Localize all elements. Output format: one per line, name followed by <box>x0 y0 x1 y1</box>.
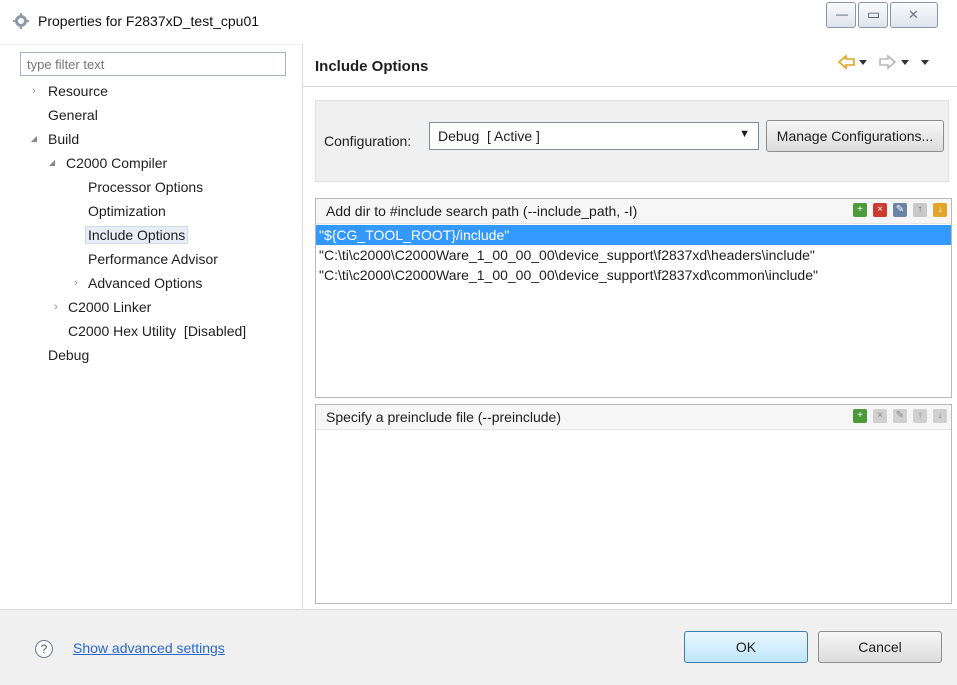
tree-item-label: C2000 Linker <box>68 299 152 315</box>
configuration-select[interactable]: Debug [ Active ] ▼ <box>429 122 759 150</box>
page-title: Include Options <box>315 58 429 75</box>
tree-item-label: Advanced Options <box>88 275 203 291</box>
move-down-icon[interactable]: ↓ <box>933 203 947 217</box>
pane-divider[interactable] <box>302 44 303 609</box>
tree-item-debug[interactable]: Debug <box>48 344 89 366</box>
chevron-down-icon[interactable]: ▼ <box>739 128 750 140</box>
include-path-toolbar: + × ✎ ↑ ↓ <box>853 203 947 217</box>
tree-item-c2000-compiler[interactable]: ◢ C2000 Compiler <box>48 152 167 174</box>
add-icon[interactable]: + <box>853 409 867 423</box>
ok-button[interactable]: OK <box>684 631 808 663</box>
maximize-button[interactable]: ▭ <box>858 2 888 28</box>
back-icon[interactable] <box>837 54 867 70</box>
expand-icon[interactable]: › <box>70 272 82 294</box>
close-button[interactable]: ✕ <box>890 2 938 28</box>
edit-icon: ✎ <box>893 409 907 423</box>
tree-item-label: C2000 Hex Utility [Disabled] <box>68 323 247 339</box>
expand-icon[interactable]: › <box>50 296 62 318</box>
filter-input[interactable] <box>20 52 286 76</box>
tree-item-include-options[interactable]: Include Options <box>85 224 189 246</box>
cancel-button[interactable]: Cancel <box>818 631 942 663</box>
tree-item-processor-options[interactable]: Processor Options <box>88 176 203 198</box>
tree-item-label: General <box>48 107 98 123</box>
tree-item-label: Debug <box>48 347 90 363</box>
help-icon[interactable]: ? <box>35 640 53 658</box>
list-item[interactable]: "${CG_TOOL_ROOT}/include" <box>316 225 951 245</box>
move-down-icon: ↓ <box>933 409 947 423</box>
add-icon[interactable]: + <box>853 203 867 217</box>
tree-item-label: Include Options <box>85 226 189 244</box>
include-path-title: Add dir to #include search path (--inclu… <box>326 203 638 219</box>
tree-item-performance-advisor[interactable]: Performance Advisor <box>88 248 218 270</box>
configuration-label: Configuration: <box>324 133 412 149</box>
tree-item-label: C2000 Compiler <box>66 155 168 171</box>
preinclude-toolbar: + × ✎ ↑ ↓ <box>853 409 947 423</box>
tree-item-advanced-options[interactable]: › Advanced Options <box>70 272 202 294</box>
include-path-header: Add dir to #include search path (--inclu… <box>316 199 951 224</box>
forward-icon[interactable] <box>879 54 909 70</box>
tree-item-label: Performance Advisor <box>88 251 218 267</box>
configuration-value: Debug [ Active ] <box>438 128 540 144</box>
preinclude-header: Specify a preinclude file (--preinclude)… <box>316 405 951 430</box>
delete-icon: × <box>873 409 887 423</box>
dialog-footer: ? Show advanced settings OK Cancel <box>0 609 957 685</box>
minimize-icon: — <box>836 7 848 21</box>
tree-item-label: Resource <box>48 83 108 99</box>
maximize-icon: ▭ <box>867 6 881 22</box>
edit-icon[interactable]: ✎ <box>893 203 907 217</box>
collapse-icon[interactable]: ◢ <box>28 128 40 150</box>
move-up-icon: ↑ <box>913 409 927 423</box>
show-advanced-settings-link[interactable]: Show advanced settings <box>73 640 225 656</box>
move-up-icon[interactable]: ↑ <box>913 203 927 217</box>
view-menu-icon[interactable] <box>921 60 929 65</box>
preinclude-title: Specify a preinclude file (--preinclude) <box>326 409 561 425</box>
page-header: Include Options <box>303 44 957 87</box>
manage-configurations-button[interactable]: Manage Configurations... <box>766 120 944 152</box>
expand-icon[interactable]: › <box>28 80 40 102</box>
close-icon: ✕ <box>908 7 919 22</box>
tree-item-c2000-hex-utility[interactable]: C2000 Hex Utility [Disabled] <box>68 320 246 342</box>
window-title: Properties for F2837xD_test_cpu01 <box>38 13 260 29</box>
tree-item-c2000-linker[interactable]: › C2000 Linker <box>50 296 151 318</box>
tree-item-label: Optimization <box>88 203 166 219</box>
tree-item-general[interactable]: General <box>48 104 98 126</box>
page-navigation <box>837 54 947 73</box>
tree-item-resource[interactable]: › Resource <box>30 80 108 102</box>
configuration-group: Configuration: Debug [ Active ] ▼ Manage… <box>315 100 949 182</box>
tree-item-optimization[interactable]: Optimization <box>88 200 166 222</box>
tree-item-build[interactable]: ◢ Build <box>30 128 79 150</box>
gear-icon <box>13 13 29 29</box>
collapse-icon[interactable]: ◢ <box>46 152 58 174</box>
list-item[interactable]: "C:\ti\c2000\C2000Ware_1_00_00_00\device… <box>316 245 951 265</box>
include-path-list[interactable]: Add dir to #include search path (--inclu… <box>315 198 952 398</box>
tree-item-label: Build <box>48 131 80 147</box>
minimize-button[interactable]: — <box>826 2 856 28</box>
tree-item-label: Processor Options <box>88 179 204 195</box>
delete-icon[interactable]: × <box>873 203 887 217</box>
list-item[interactable]: "C:\ti\c2000\C2000Ware_1_00_00_00\device… <box>316 265 951 285</box>
preinclude-list[interactable]: Specify a preinclude file (--preinclude)… <box>315 404 952 604</box>
title-bar: Properties for F2837xD_test_cpu01 — ▭ ✕ <box>0 0 957 45</box>
